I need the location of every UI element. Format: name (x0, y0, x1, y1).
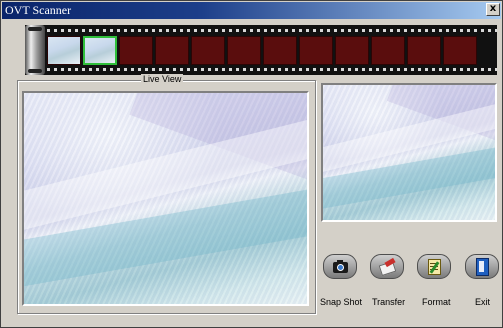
exit-button[interactable] (465, 254, 499, 279)
film-sprockets-bottom (47, 67, 497, 73)
film-frame-thumbnail-selected[interactable] (83, 36, 117, 65)
film-frame-empty[interactable] (407, 36, 441, 65)
preview-image (321, 83, 497, 222)
film-frame-empty[interactable] (191, 36, 225, 65)
film-canister-icon (25, 25, 45, 75)
live-view-label: Live View (141, 74, 184, 84)
film-frame-empty[interactable] (299, 36, 333, 65)
camera-icon (333, 258, 348, 275)
snapshot-button[interactable] (323, 254, 357, 279)
film-frame-empty[interactable] (227, 36, 261, 65)
transfer-button[interactable] (370, 254, 404, 279)
snapshot-label: Snap Shot (320, 297, 363, 307)
film-frame-empty[interactable] (371, 36, 405, 65)
filmstrip (25, 25, 497, 75)
film-frame-empty[interactable] (335, 36, 369, 65)
format-label: Format (422, 297, 451, 307)
film-sprockets-top (47, 28, 497, 34)
exit-label: Exit (475, 297, 491, 307)
film-frames (47, 36, 495, 65)
exit-door-icon (475, 258, 489, 276)
film-frame-thumbnail[interactable] (47, 36, 81, 65)
window-title: OVT Scanner (5, 3, 72, 17)
close-button[interactable]: x (486, 3, 500, 16)
live-view-image (22, 91, 309, 306)
film-frame-empty[interactable] (119, 36, 153, 65)
scanner-window: OVT Scanner x Live View Snap Shot Transf… (0, 0, 503, 328)
preview-scene (323, 85, 495, 220)
format-icon (427, 258, 441, 275)
live-view-scene (24, 93, 307, 304)
transfer-label: Transfer (372, 297, 406, 307)
title-bar[interactable]: OVT Scanner x (2, 2, 501, 19)
format-button[interactable] (417, 254, 451, 279)
film-frame-empty[interactable] (263, 36, 297, 65)
transfer-icon (378, 257, 397, 277)
film-frame-empty[interactable] (155, 36, 189, 65)
film-frame-empty[interactable] (443, 36, 477, 65)
